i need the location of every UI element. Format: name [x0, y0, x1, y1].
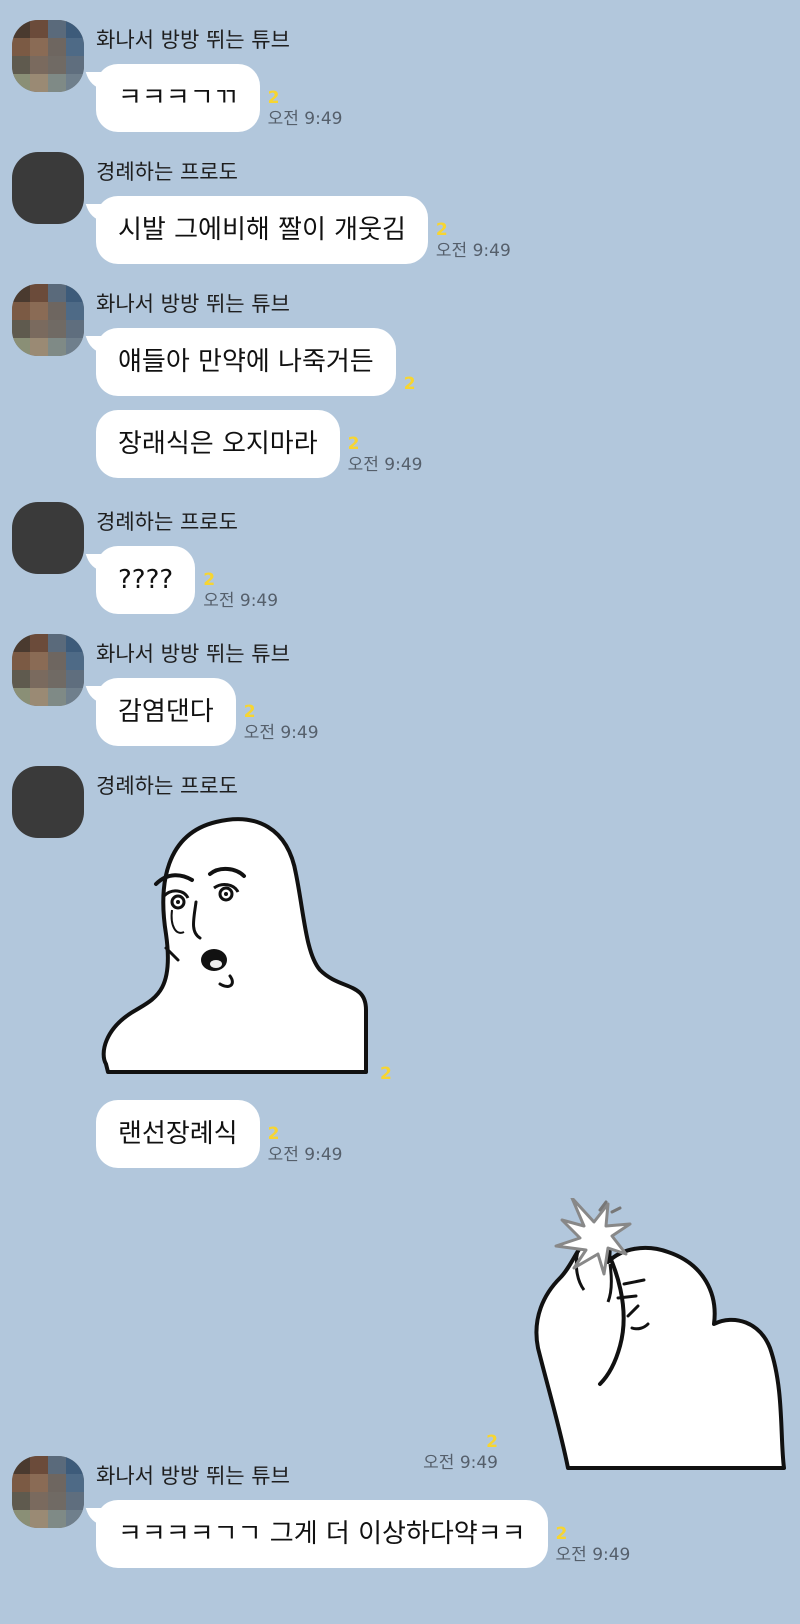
- timestamp: 오전 9:49: [423, 1453, 498, 1473]
- message-row: ㅋㅋㅋㅋㄱㄱ 그게 더 이상하다약ㅋㅋ 2 오전 9:49: [96, 1500, 630, 1568]
- chat-room[interactable]: 화나서 방방 뛰는 튜브 ㅋㅋㅋㄱㄲ 2 오전 9:49 경례하는 프로도 시발…: [0, 0, 800, 1624]
- unread-count: 2: [403, 374, 416, 394]
- avatar[interactable]: [12, 502, 84, 574]
- unread-count: 2: [435, 220, 448, 240]
- message-meta: 2 오전 9:49: [423, 1432, 498, 1476]
- message-row: 감염댄다 2 오전 9:49: [96, 678, 319, 746]
- message-bubble[interactable]: 장래식은 오지마라: [96, 410, 340, 478]
- message-meta: 2 오전 9:49: [268, 88, 343, 132]
- message-row: ㅋㅋㅋㄱㄲ 2 오전 9:49: [96, 64, 342, 132]
- message-meta: 2: [380, 1064, 392, 1086]
- message-bubble[interactable]: ㅋㅋㅋㄱㄲ: [96, 64, 260, 132]
- message-row: 장래식은 오지마라 2 오전 9:49: [96, 410, 422, 478]
- timestamp: 오전 9:49: [243, 723, 319, 743]
- unread-count: 2: [203, 570, 216, 590]
- unread-count: 2: [347, 434, 360, 454]
- message-meta: 2 오전 9:49: [556, 1524, 631, 1568]
- message-row: 랜선장례식 2 오전 9:49: [96, 1100, 342, 1168]
- message-meta: 2 오전 9:49: [203, 570, 278, 614]
- unread-count: 2: [243, 702, 256, 722]
- message-bubble[interactable]: 감염댄다: [96, 678, 236, 746]
- avatar[interactable]: [12, 284, 84, 356]
- timestamp: 오전 9:49: [555, 1545, 631, 1565]
- message-row: 시발 그에비해 짤이 개웃김 2 오전 9:49: [96, 196, 511, 264]
- message-meta: 2 오전 9:49: [244, 702, 319, 746]
- unread-count: 2: [555, 1524, 568, 1544]
- message-bubble[interactable]: 얘들아 만약에 나죽거든: [96, 328, 396, 396]
- unread-count: 2: [267, 88, 280, 108]
- avatar[interactable]: [12, 152, 84, 224]
- message-meta: 2 오전 9:49: [436, 220, 511, 264]
- avatar[interactable]: [12, 766, 84, 838]
- unread-count: 2: [267, 1124, 280, 1144]
- message-meta: 2 오전 9:49: [348, 434, 423, 478]
- message-row: 2: [96, 814, 392, 1086]
- unread-count: 2: [380, 1064, 392, 1084]
- unread-count: 2: [486, 1432, 498, 1452]
- sender-name: 경례하는 프로도: [96, 774, 238, 798]
- message-bubble[interactable]: 랜선장례식: [96, 1100, 260, 1168]
- sender-name: 경례하는 프로도: [96, 160, 238, 184]
- avatar[interactable]: [12, 20, 84, 92]
- message-bubble[interactable]: ????: [96, 546, 196, 614]
- avatar[interactable]: [12, 634, 84, 706]
- message-bubble[interactable]: 시발 그에비해 짤이 개웃김: [96, 196, 428, 264]
- sender-name: 화나서 방방 뛰는 튜브: [96, 1464, 290, 1488]
- timestamp: 오전 9:49: [435, 241, 511, 261]
- timestamp: 오전 9:49: [203, 591, 279, 611]
- sender-name: 경례하는 프로도: [96, 510, 238, 534]
- avatar[interactable]: [12, 1456, 84, 1528]
- timestamp: 오전 9:49: [267, 1145, 343, 1165]
- shocked-face-sticker[interactable]: [96, 814, 376, 1086]
- facepalm-sticker[interactable]: [508, 1196, 788, 1482]
- message-meta: 2: [404, 374, 416, 396]
- timestamp: 오전 9:49: [347, 455, 423, 475]
- message-row: 얘들아 만약에 나죽거든 2: [96, 328, 416, 396]
- sender-name: 화나서 방방 뛰는 튜브: [96, 292, 290, 316]
- message-bubble[interactable]: ㅋㅋㅋㅋㄱㄱ 그게 더 이상하다약ㅋㅋ: [96, 1500, 548, 1568]
- timestamp: 오전 9:49: [267, 109, 343, 129]
- message-row: ???? 2 오전 9:49: [96, 546, 278, 614]
- sender-name: 화나서 방방 뛰는 튜브: [96, 642, 290, 666]
- sender-name: 화나서 방방 뛰는 튜브: [96, 28, 290, 52]
- message-meta: 2 오전 9:49: [268, 1124, 343, 1168]
